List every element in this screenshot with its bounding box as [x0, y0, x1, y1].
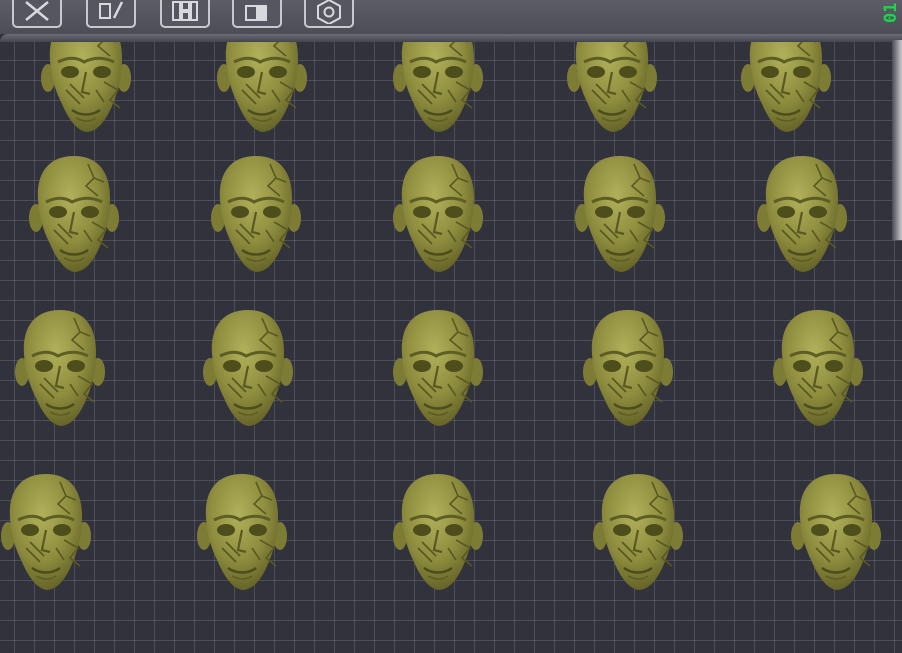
- skull-head-model[interactable]: [39, 34, 133, 138]
- skull-model-icon: [215, 34, 309, 134]
- delete-tool-button[interactable]: [12, 0, 62, 28]
- skull-model-icon: [39, 34, 133, 134]
- object-counter: 01: [881, 2, 901, 24]
- side-panel-strip: [892, 40, 902, 240]
- skull-head-model[interactable]: [195, 470, 289, 596]
- skull-head-model[interactable]: [755, 152, 849, 278]
- skull-model-icon: [209, 154, 303, 274]
- edit-pen-icon: [99, 1, 124, 19]
- skull-model-icon: [771, 308, 865, 428]
- build-plate-edge: [0, 34, 902, 42]
- skull-head-model[interactable]: [215, 34, 309, 138]
- skull-model-icon: [201, 308, 295, 428]
- skull-head-model[interactable]: [391, 34, 485, 138]
- grid-arrange-icon: [172, 1, 198, 21]
- skull-head-model[interactable]: [391, 470, 485, 596]
- skull-model-icon: [195, 472, 289, 592]
- skull-model-icon: [565, 34, 659, 134]
- skull-head-model[interactable]: [0, 470, 93, 596]
- skull-head-model[interactable]: [13, 306, 107, 432]
- skull-model-icon: [0, 472, 93, 592]
- skull-model-icon: [581, 308, 675, 428]
- skull-head-model[interactable]: [581, 306, 675, 432]
- skull-head-model[interactable]: [591, 470, 685, 596]
- skull-model-icon: [391, 308, 485, 428]
- top-toolbar: 01: [0, 0, 902, 34]
- skull-model-icon: [27, 154, 121, 274]
- skull-head-model[interactable]: [789, 470, 883, 596]
- skull-head-model[interactable]: [391, 306, 485, 432]
- hex-nut-settings-icon: [317, 0, 341, 24]
- skull-head-model[interactable]: [565, 34, 659, 138]
- skull-model-icon: [739, 34, 833, 134]
- build-plate[interactable]: [0, 34, 902, 653]
- skull-model-icon: [789, 472, 883, 592]
- skull-model-icon: [391, 34, 485, 134]
- skull-head-model[interactable]: [201, 306, 295, 432]
- skull-model-icon: [591, 472, 685, 592]
- skull-head-model[interactable]: [573, 152, 667, 278]
- skull-model-icon: [755, 154, 849, 274]
- settings-tool-button[interactable]: [304, 0, 354, 28]
- skull-model-icon: [391, 472, 485, 592]
- arrange-tool-button[interactable]: [160, 0, 210, 28]
- skull-head-model[interactable]: [209, 152, 303, 278]
- close-x-icon: [25, 1, 49, 21]
- skull-head-model[interactable]: [391, 152, 485, 278]
- split-object-icon: [245, 5, 267, 21]
- skull-model-icon: [391, 154, 485, 274]
- split-tool-button[interactable]: [232, 0, 282, 28]
- skull-head-model[interactable]: [27, 152, 121, 278]
- skull-head-model[interactable]: [739, 34, 833, 138]
- edit-tool-button[interactable]: [86, 0, 136, 28]
- skull-model-icon: [13, 308, 107, 428]
- skull-head-model[interactable]: [771, 306, 865, 432]
- skull-model-icon: [573, 154, 667, 274]
